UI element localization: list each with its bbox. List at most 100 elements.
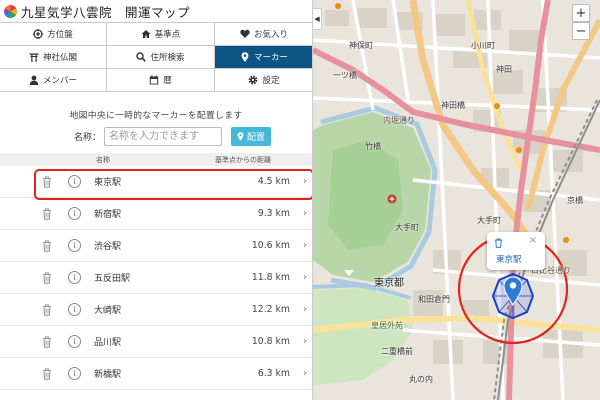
place-button-label: 配置 — [247, 132, 266, 142]
table-row[interactable]: i 品川駅 10.8 km › — [0, 326, 312, 358]
table-row[interactable]: i 東京駅 4.5 km › — [0, 166, 312, 200]
map-place-label: 神保町 — [349, 41, 373, 50]
nav-marker[interactable]: マーカー — [215, 46, 312, 69]
map-place-label: 神田 — [496, 65, 512, 74]
nav-calendar[interactable]: 暦 — [107, 69, 215, 92]
chevron-right-icon: › — [303, 368, 307, 379]
trash-icon[interactable] — [42, 272, 52, 284]
map-marker-icon — [237, 132, 244, 141]
info-icon[interactable]: i — [68, 239, 81, 252]
nav-favorites[interactable]: お気入り — [215, 23, 312, 46]
map-place-label: 皇居外苑 — [371, 321, 403, 330]
station-distance: 11.8 km — [251, 272, 290, 283]
nav-label: 暦 — [163, 76, 172, 86]
map-place-label: 大手町 — [395, 223, 419, 232]
nav-label: マーカー — [253, 53, 288, 63]
chevron-right-icon: › — [303, 272, 307, 283]
station-name: 新橋駅 — [94, 370, 122, 380]
nav-label: 住所検索 — [150, 53, 185, 63]
map-place-label: 東京都 — [374, 278, 404, 289]
trash-icon[interactable] — [42, 176, 52, 188]
trash-icon[interactable] — [42, 336, 52, 348]
info-icon[interactable]: i — [68, 335, 81, 348]
station-distance: 10.8 km — [251, 336, 290, 347]
station-distance: 12.2 km — [251, 304, 290, 315]
chevron-right-icon: › — [303, 304, 307, 315]
info-icon[interactable]: i — [68, 303, 81, 316]
zoom-in-button[interactable]: + — [572, 4, 590, 22]
map-canvas — [313, 0, 600, 400]
heart-icon — [240, 29, 250, 39]
map-marker-icon — [240, 52, 250, 62]
info-icon[interactable]: i — [68, 207, 81, 220]
station-distance: 4.5 km — [257, 176, 290, 187]
column-name: 名称 — [96, 155, 110, 164]
side-panel: 九星気学八雲院 開運マップ 方位盤 基準点 お気入り 神社仏閣 住所検索 マーカ… — [0, 0, 313, 400]
nav-label: 方位盤 — [47, 30, 73, 40]
map-view[interactable]: 神保町 小川町 神田 竹橋 内堀通り 大手町 大手町 東京都 皇居外苑 二重橋前 丸の内 日比谷通り和… — [313, 0, 600, 400]
marker-table-header: 名称 基準点からの距離 — [0, 153, 312, 166]
table-row[interactable]: i 新橋駅 6.3 km › — [0, 358, 312, 390]
home-icon — [141, 29, 151, 39]
station-distance: 9.3 km — [257, 208, 290, 219]
map-place-label: 二重橋前 — [381, 347, 413, 356]
popup-tail — [344, 270, 354, 276]
column-distance: 基準点からの距離 — [215, 155, 271, 164]
compass-icon — [33, 29, 44, 39]
trash-icon[interactable] — [42, 304, 52, 316]
marker-name-input[interactable] — [104, 127, 223, 146]
app-root: 九星気学八雲院 開運マップ 方位盤 基準点 お気入り 神社仏閣 住所検索 マーカ… — [0, 0, 600, 400]
trash-icon[interactable] — [42, 240, 52, 252]
place-marker-button[interactable]: 配置 — [231, 127, 272, 146]
info-icon[interactable]: i — [68, 271, 81, 284]
nav-label: お気入り — [253, 30, 288, 40]
nav-address-search[interactable]: 住所検索 — [107, 46, 215, 69]
station-name: 品川駅 — [94, 338, 122, 348]
table-row[interactable]: i 新宿駅 9.3 km › — [0, 198, 312, 230]
search-icon — [136, 52, 147, 62]
marker-instruction: 地図中央に一時的なマーカーを配置します — [69, 111, 243, 121]
map-place-label: 竹橋 — [365, 142, 381, 151]
nav-members[interactable]: メンバー — [0, 69, 107, 92]
nav-label: メンバー — [42, 76, 77, 86]
info-icon[interactable]: i — [68, 175, 81, 188]
table-row[interactable]: i 渋谷駅 10.6 km › — [0, 230, 312, 262]
nav-settings[interactable]: 設定 — [215, 69, 312, 92]
nav-shrines[interactable]: 神社仏閣 — [0, 46, 107, 69]
trash-icon[interactable] — [42, 368, 52, 380]
name-label: 名称： — [74, 133, 102, 143]
station-distance: 6.3 km — [257, 368, 290, 379]
nav-compass[interactable]: 方位盤 — [0, 23, 107, 46]
marker-popup: × 東京駅 — [487, 232, 545, 270]
chevron-right-icon: › — [303, 176, 307, 187]
marker-list: i 東京駅 4.5 km › i 新宿駅 9.3 km › i 渋谷駅 10.6 km › i 五反田駅 1… — [0, 166, 312, 390]
info-icon[interactable]: i — [68, 367, 81, 380]
gear-icon — [248, 75, 258, 85]
logo-icon — [4, 4, 17, 18]
collapse-panel-button[interactable]: ◀ — [313, 8, 322, 30]
marker-name-row: 名称： 配置 — [0, 127, 312, 146]
station-name: 新宿駅 — [94, 210, 122, 220]
chevron-right-icon: › — [303, 208, 307, 219]
app-header: 九星気学八雲院 開運マップ — [0, 0, 312, 22]
map-place-label: 神田橋 — [441, 101, 465, 110]
nav-label: 神社仏閣 — [42, 53, 77, 63]
map-place-label: 丸の内 — [409, 375, 433, 384]
map-place-label: 小川町 — [471, 41, 495, 50]
station-name: 大崎駅 — [94, 306, 122, 316]
zoom-out-button[interactable]: − — [572, 22, 590, 40]
trash-icon[interactable] — [42, 208, 52, 220]
calendar-icon — [149, 75, 159, 85]
popup-close-button[interactable]: × — [529, 235, 537, 246]
main-nav: 方位盤 基準点 お気入り 神社仏閣 住所検索 マーカー メンバー 暦 設定 — [0, 22, 312, 92]
table-row[interactable]: i 五反田駅 11.8 km › — [0, 262, 312, 294]
table-row[interactable]: i 大崎駅 12.2 km › — [0, 294, 312, 326]
map-place-label: 和田倉門 — [418, 295, 450, 304]
nav-base-point[interactable]: 基準点 — [107, 23, 215, 46]
popup-station-name: 東京駅 — [496, 255, 522, 265]
map-place-label: 一ツ橋 — [333, 71, 357, 80]
user-icon — [29, 75, 39, 85]
station-distance: 10.6 km — [251, 240, 290, 251]
trash-icon[interactable] — [494, 238, 503, 248]
nav-label: 基準点 — [154, 30, 181, 40]
